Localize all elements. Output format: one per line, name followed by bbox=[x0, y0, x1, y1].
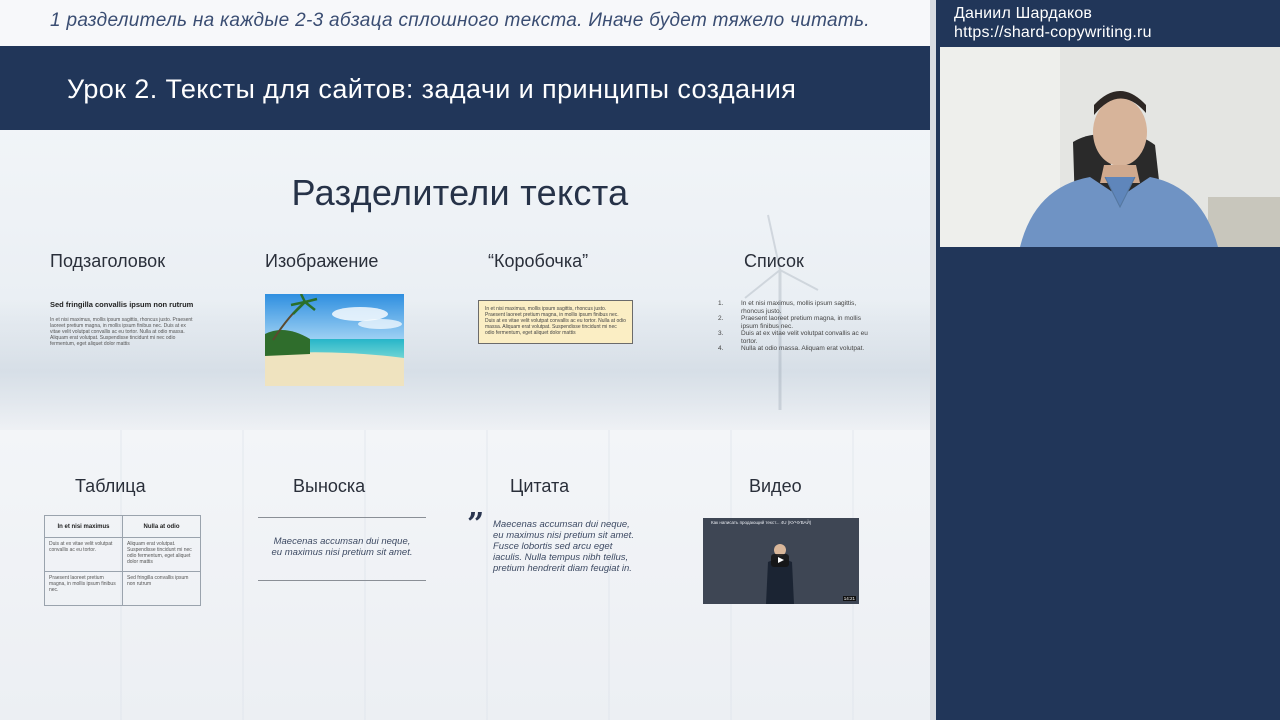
list-item-text: Nulla at odio massa. Aliquam erat volutp… bbox=[741, 345, 865, 352]
table-row: Duis at ex vitae velit volutpat convalli… bbox=[44, 537, 201, 572]
label-list: Список bbox=[744, 251, 804, 271]
list-item-number: 3. bbox=[718, 330, 724, 337]
subheading-sample-body: In et nisi maximus, mollis ipsum sagitti… bbox=[50, 317, 193, 347]
top-note: 1 разделитель на каждые 2-3 абзаца сплош… bbox=[0, 0, 930, 46]
label-callout: Выноска bbox=[293, 476, 366, 496]
list-item-text: Duis at ex vitae velit volutpat convalli… bbox=[741, 330, 868, 345]
video-presenter-image bbox=[766, 544, 794, 604]
list-item: 1. In et nisi maximus, mollis ipsum sagi… bbox=[718, 300, 868, 315]
table-row: Praesent laoreet pretium magna, in molli… bbox=[44, 571, 201, 606]
table-cell: Aliquam erat volutpat. Suspendisse tinci… bbox=[122, 537, 201, 572]
play-icon[interactable] bbox=[771, 554, 789, 567]
list-item-text: In et nisi maximus, mollis ipsum sagitti… bbox=[741, 300, 857, 315]
table-header-row: In et nisi maximus Nulla at odio bbox=[44, 515, 201, 538]
quote-mark-icon: ” bbox=[467, 507, 485, 542]
table-sample: In et nisi maximus Nulla at odio Duis at… bbox=[44, 515, 201, 606]
label-subheading: Подзаголовок bbox=[50, 251, 166, 271]
presenter-url[interactable]: https://shard-copywriting.ru bbox=[954, 24, 1152, 42]
list-item: 4. Nulla at odio massa. Aliquam erat vol… bbox=[718, 345, 868, 353]
label-quote: Цитата bbox=[510, 476, 570, 496]
callout-line: eu maximus nisi pretium sit amet. bbox=[271, 547, 413, 558]
lesson-title-bar: Урок 2. Тексты для сайтов: задачи и прин… bbox=[0, 46, 930, 130]
list-sample: 1. In et nisi maximus, mollis ipsum sagi… bbox=[718, 300, 868, 353]
beach-image bbox=[265, 294, 404, 386]
list-item: 3. Duis at ex vitae velit volutpat conva… bbox=[718, 330, 868, 345]
label-box: “Коробочка” bbox=[488, 251, 589, 271]
label-table: Таблица bbox=[75, 476, 146, 496]
subheading-sample-title: Sed fringilla convallis ipsum non rutrum bbox=[50, 300, 194, 309]
callout-line: Maecenas accumsan dui neque, bbox=[273, 536, 411, 547]
quote-line: pretium hendrerit diam feugiat in. bbox=[493, 563, 632, 574]
quote-line: eu maximus nisi pretium sit amet. bbox=[493, 530, 634, 541]
box-sample: In et nisi maximus, mollis ipsum sagitti… bbox=[478, 300, 633, 344]
quote-line: iaculis. Nulla tempus nibh tellus, bbox=[493, 552, 629, 563]
list-item-number: 2. bbox=[718, 315, 724, 322]
list-item: 2. Praesent laoreet pretium magna, in mo… bbox=[718, 315, 868, 330]
table-cell: Praesent laoreet pretium magna, in molli… bbox=[44, 571, 123, 606]
video-thumbnail[interactable]: Как написать продающий текст... 4U (КУЧУ… bbox=[703, 518, 859, 604]
list-item-text: Praesent laoreet pretium magna, in molli… bbox=[741, 315, 861, 330]
table-cell: Duis at ex vitae velit volutpat convalli… bbox=[44, 537, 123, 572]
slide-heading: Разделители текста bbox=[291, 172, 629, 213]
presentation-slide: 1 разделитель на каждые 2-3 абзаца сплош… bbox=[0, 0, 930, 720]
quote-sample: Maecenas accumsan dui neque, eu maximus … bbox=[493, 519, 668, 574]
presenter-name: Даниил Шардаков bbox=[954, 5, 1093, 22]
callout-sample: Maecenas accumsan dui neque, eu maximus … bbox=[258, 517, 426, 581]
label-image: Изображение bbox=[265, 251, 379, 271]
table-cell: Sed fringilla convallis ipsum non rutrum bbox=[122, 571, 201, 606]
subheading-sample: Sed fringilla convallis ipsum non rutrum… bbox=[50, 300, 195, 347]
quote-line: Fusce lobortis sed arcu eget bbox=[493, 541, 613, 552]
table-header-cell: Nulla at odio bbox=[122, 515, 201, 538]
video-title: Как написать продающий текст... 4U (КУЧУ… bbox=[711, 520, 812, 525]
webcam-video bbox=[940, 47, 1280, 247]
video-duration: 14:21 bbox=[842, 596, 856, 601]
quote-line: Maecenas accumsan dui neque, bbox=[493, 519, 630, 530]
label-video: Видео bbox=[749, 476, 802, 496]
list-item-number: 4. bbox=[718, 345, 724, 352]
list-item-number: 1. bbox=[718, 300, 724, 307]
lesson-title: Урок 2. Тексты для сайтов: задачи и прин… bbox=[67, 74, 797, 104]
table-header-cell: In et nisi maximus bbox=[44, 515, 123, 538]
